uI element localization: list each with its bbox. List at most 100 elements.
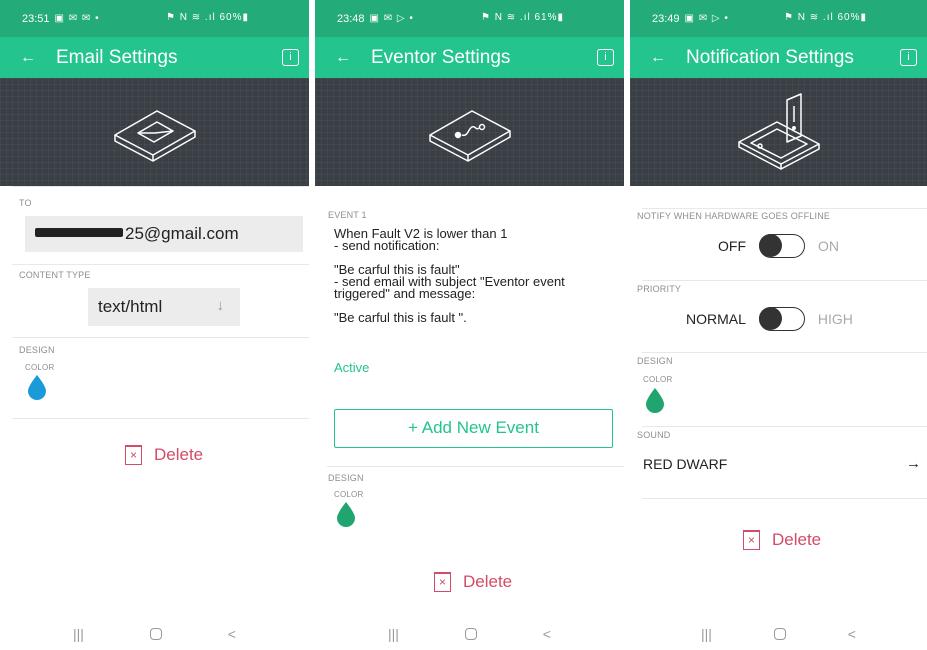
status-system-icons: ⚑ N ≋ .ıl 61%▮ [481, 12, 564, 23]
status-time: 23:49 [652, 12, 680, 25]
delete-label: Delete [772, 530, 822, 549]
recent-apps-button[interactable]: ||| [73, 626, 84, 642]
eventor-device-icon [428, 110, 511, 162]
add-new-event-button[interactable]: + Add New Event [334, 409, 613, 448]
delete-button[interactable]: × Delete [743, 530, 821, 550]
home-button[interactable] [464, 628, 477, 640]
widget-hero-banner [630, 78, 927, 186]
system-nav-bar: ||| < [315, 618, 624, 650]
recent-apps-button[interactable]: ||| [388, 626, 399, 642]
content-type-value: text/html [98, 297, 163, 316]
email-settings-screen: 23:51 ▣ ✉ ✉ • ⚑ N ≋ .ıl 60%▮ ← Email Set… [0, 0, 309, 650]
design-label: DESIGN [19, 345, 55, 355]
status-bar: 23:49 ▣ ✉ ▷ • ⚑ N ≋ .ıl 60%▮ [630, 0, 927, 37]
trash-icon: × [125, 445, 142, 465]
priority-normal-label: NORMAL [686, 311, 746, 327]
event-line: - send email with subject "Eventor event… [334, 274, 565, 301]
back-arrow-icon[interactable]: ← [335, 49, 355, 67]
widget-hero-banner [315, 78, 624, 186]
email-to-value: 25@gmail.com [125, 224, 239, 243]
event-label: EVENT 1 [328, 210, 367, 220]
priority-toggle-row: NORMAL HIGH [686, 307, 853, 331]
divider [12, 337, 309, 338]
event-line: "Be carful this is fault ". [334, 310, 467, 325]
email-device-icon [113, 110, 196, 162]
design-label: DESIGN [637, 356, 673, 366]
event-line: - send notification: [334, 238, 440, 253]
dropdown-arrow-icon: ↓ [216, 297, 225, 314]
divider [642, 498, 927, 499]
trash-icon: × [743, 530, 760, 550]
event-description[interactable]: When Fault V2 is lower than 1 - send not… [334, 227, 614, 325]
page-title: Email Settings [56, 46, 178, 68]
content-type-label: CONTENT TYPE [19, 270, 91, 280]
back-arrow-icon[interactable]: ← [20, 49, 40, 67]
phone-notification-icon [737, 93, 820, 170]
color-drop-icon[interactable] [27, 374, 47, 400]
status-time: 23:48 [337, 12, 365, 25]
divider [642, 280, 927, 281]
info-icon[interactable]: i [900, 49, 917, 66]
content-type-select[interactable]: text/html ↓ [88, 288, 240, 326]
widget-hero-banner [0, 78, 309, 186]
page-title: Eventor Settings [371, 46, 511, 68]
system-nav-bar: ||| < [630, 618, 927, 650]
system-back-button[interactable]: < [228, 626, 236, 642]
toggle-off-label: OFF [718, 238, 746, 254]
back-arrow-icon[interactable]: ← [650, 49, 670, 67]
status-time: 23:51 [22, 12, 50, 25]
home-button[interactable] [149, 628, 162, 640]
to-label: TO [19, 198, 32, 208]
color-drop-icon[interactable] [645, 387, 665, 413]
delete-label: Delete [463, 572, 513, 591]
switch-knob [759, 234, 782, 257]
system-nav-bar: ||| < [0, 618, 309, 650]
color-label: COLOR [25, 363, 55, 372]
recent-apps-button[interactable]: ||| [701, 626, 712, 642]
status-bar: 23:51 ▣ ✉ ✉ • ⚑ N ≋ .ıl 60%▮ [0, 0, 309, 37]
status-notification-icons: ▣ ✉ ▷ • [684, 13, 729, 24]
home-button[interactable] [773, 628, 786, 640]
divider [12, 264, 309, 265]
divider [327, 466, 624, 467]
event-status: Active [334, 360, 370, 375]
status-system-icons: ⚑ N ≋ .ıl 60%▮ [166, 12, 249, 23]
app-bar: ← Notification Settings i [630, 37, 927, 78]
design-label: DESIGN [328, 473, 364, 483]
status-system-icons: ⚑ N ≋ .ıl 60%▮ [784, 12, 867, 23]
switch-knob [758, 307, 782, 330]
notification-settings-screen: 23:49 ▣ ✉ ▷ • ⚑ N ≋ .ıl 60%▮ ← Notificat… [630, 0, 927, 650]
divider [12, 418, 309, 419]
priority-label: PRIORITY [637, 284, 682, 294]
info-icon[interactable]: i [282, 49, 299, 66]
divider [642, 352, 927, 353]
divider [642, 208, 927, 209]
redaction-mark [35, 228, 123, 238]
info-icon[interactable]: i [597, 49, 614, 66]
app-bar: ← Email Settings i [0, 37, 309, 78]
email-to-field[interactable]: 25@gmail.com [25, 216, 303, 252]
status-bar: 23:48 ▣ ✉ ▷ • ⚑ N ≋ .ıl 61%▮ [315, 0, 624, 37]
sound-label: SOUND [637, 430, 671, 440]
color-label: COLOR [334, 490, 364, 499]
divider [12, 186, 309, 187]
app-bar: ← Eventor Settings i [315, 37, 624, 78]
divider [642, 426, 927, 427]
system-back-button[interactable]: < [848, 626, 856, 642]
offline-notify-toggle-row: OFF ON [718, 234, 839, 258]
status-notification-icons: ▣ ✉ ▷ • [369, 13, 414, 24]
system-back-button[interactable]: < [543, 626, 551, 642]
delete-button[interactable]: × Delete [125, 445, 203, 465]
priority-switch[interactable] [758, 307, 805, 331]
offline-notify-switch[interactable] [759, 234, 805, 258]
notify-offline-label: NOTIFY WHEN HARDWARE GOES OFFLINE [637, 211, 831, 221]
eventor-settings-screen: 23:48 ▣ ✉ ▷ • ⚑ N ≋ .ıl 61%▮ ← Eventor S… [315, 0, 624, 650]
priority-high-label: HIGH [817, 311, 853, 327]
sound-value[interactable]: RED DWARF [643, 456, 727, 472]
arrow-right-icon[interactable]: → [906, 455, 921, 472]
page-title: Notification Settings [686, 46, 854, 68]
delete-button[interactable]: × Delete [434, 572, 512, 592]
color-drop-icon[interactable] [336, 501, 356, 527]
delete-label: Delete [154, 445, 204, 464]
toggle-on-label: ON [818, 238, 839, 254]
